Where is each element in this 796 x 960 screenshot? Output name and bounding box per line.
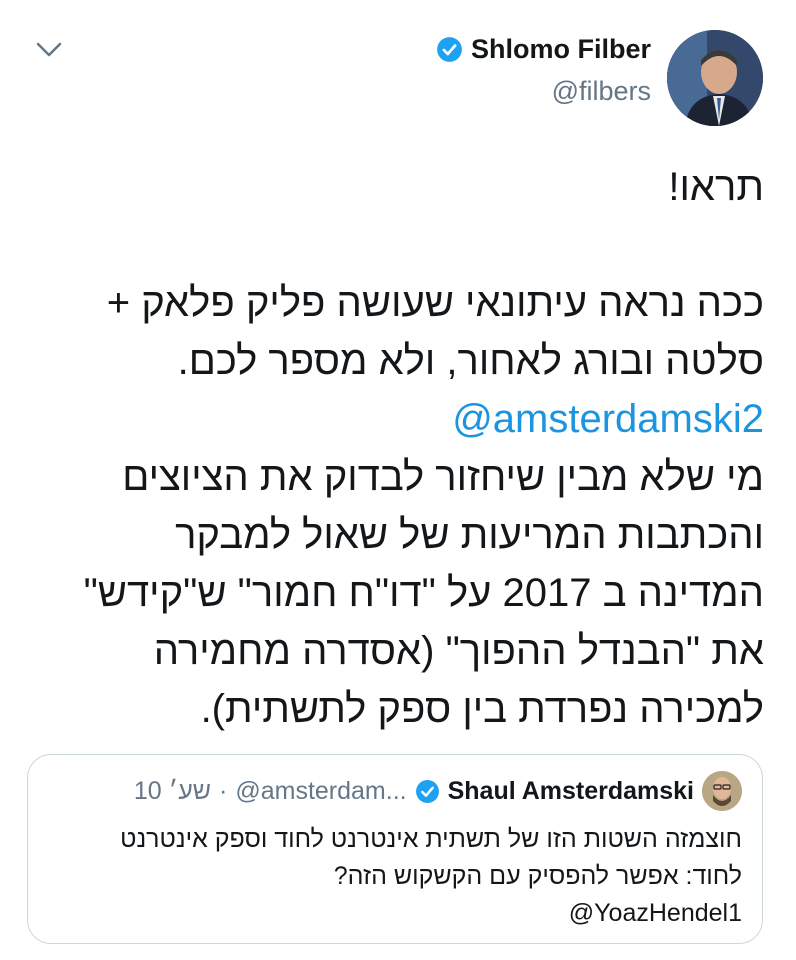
quoted-tweet-time[interactable]: 10 שע׳ [134, 777, 211, 806]
author-handle[interactable]: @filbers [552, 76, 651, 107]
author-name-row[interactable]: Shlomo Filber [436, 34, 651, 65]
mention-link[interactable]: @amsterdamski2 [24, 390, 764, 448]
quoted-tweet-separator: · [219, 776, 228, 805]
tweet-line: והכתבות המריעות של שאול למבקר [175, 513, 764, 557]
tweet-line: ככה נראה עיתונאי שעושה פליק פלאק + [106, 281, 764, 325]
quoted-tweet-avatar[interactable] [702, 771, 742, 811]
tweet-line: את "הבנדל ההפוך" (אסדרה מחמירה [153, 629, 764, 673]
tweet-line: המדינה ב 2017 על "דו"ח חמור" ש"קידש" [83, 571, 764, 615]
tweet-line: מי שלא מבין שיחזור לבדוק את הציוצים [122, 455, 764, 499]
quoted-tweet-line: חוצמזה השטות הזו של תשתית אינטרנט לחוד ו… [120, 825, 742, 853]
avatar[interactable] [667, 30, 763, 126]
tweet-line: סלטה ובורג לאחור, ולא מספר לכם. [177, 339, 764, 383]
chevron-down-icon[interactable] [34, 38, 64, 62]
quoted-tweet-line: לחוד: אפשר להפסיק עם הקשקוש הזה? [333, 862, 742, 890]
author-display-name[interactable]: Shlomo Filber [471, 34, 651, 65]
tweet-line: למכירה נפרדת בין ספק לתשתית). [200, 687, 764, 731]
quoted-tweet-card[interactable]: 10 שע׳ · @amsterdam... Shaul Amsterdamsk… [27, 754, 763, 944]
mention-link[interactable]: @YoazHendel1 [42, 895, 742, 932]
quoted-tweet-display-name[interactable]: Shaul Amsterdamski [448, 777, 694, 806]
verified-badge-icon [415, 779, 439, 803]
quoted-tweet-header: 10 שע׳ · @amsterdam... Shaul Amsterdamsk… [134, 771, 742, 811]
verified-badge-icon [437, 37, 462, 62]
quoted-tweet-handle[interactable]: @amsterdam... [235, 777, 406, 806]
tweet-line: תראו! [668, 165, 764, 209]
quoted-tweet-text: חוצמזה השטות הזו של תשתית אינטרנט לחוד ו… [42, 821, 742, 932]
avatar-image [702, 771, 742, 811]
tweet-text: תראו! ככה נראה עיתונאי שעושה פליק פלאק +… [24, 158, 764, 738]
avatar-image [667, 30, 763, 126]
